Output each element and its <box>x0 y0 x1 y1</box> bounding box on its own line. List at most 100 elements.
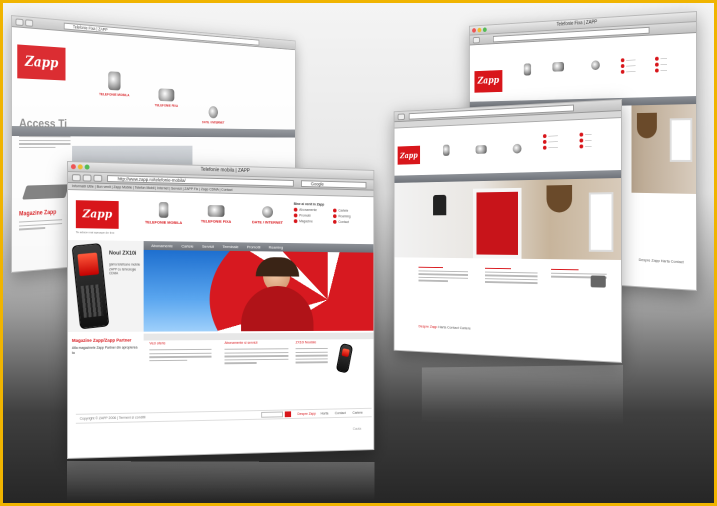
footer-link[interactable]: Contact <box>671 259 684 265</box>
product-label: DATE / INTERNET <box>201 119 225 125</box>
footer-link[interactable]: Cariere <box>460 325 471 330</box>
footer-link[interactable]: Despre Zapp <box>639 257 660 263</box>
product-internet[interactable] <box>583 60 609 73</box>
globe-icon <box>512 143 522 154</box>
footer-link[interactable]: Despre Zapp <box>297 412 316 416</box>
address-bar[interactable]: Telefonie Fixa | ZAPP <box>63 22 260 46</box>
nav-item[interactable]: Terminale <box>222 242 238 251</box>
hanging-basket-icon <box>636 112 657 139</box>
footer-link[interactable]: Despre Zapp <box>418 324 437 329</box>
product-fixed[interactable] <box>546 61 571 74</box>
hanging-basket-icon <box>546 184 573 213</box>
desk-phone-icon <box>475 145 487 154</box>
column-2-text <box>224 348 289 366</box>
footer-link[interactable]: Contact <box>447 325 458 330</box>
desk-phone-icon <box>552 61 565 72</box>
zapp-logo[interactable]: Zapp <box>17 44 66 81</box>
zapp-logo[interactable]: Zapp <box>474 70 503 93</box>
footer-button[interactable]: Cauta <box>353 427 361 431</box>
back-button[interactable] <box>472 36 480 44</box>
product-internet[interactable]: DATE / INTERNET <box>198 106 229 125</box>
column-3-text <box>295 347 328 365</box>
footer-search-input[interactable] <box>261 411 283 418</box>
service-link[interactable]: Magazine <box>293 218 333 224</box>
product-label: DATE / INTERNET <box>252 219 283 225</box>
window-image <box>588 192 614 252</box>
hero-banner[interactable] <box>143 249 375 332</box>
footer-link[interactable]: Cariere <box>352 411 362 415</box>
reload-button[interactable] <box>93 174 103 182</box>
browser-window-front: Telefonie mobila | ZAPP http://www.zapp.… <box>67 161 375 459</box>
nav-item[interactable]: Cartele <box>181 242 193 251</box>
red-door-image <box>473 187 522 259</box>
promo-panel[interactable]: Noul ZX10i gama telefoane mobile ZAPP cu… <box>67 240 144 332</box>
phone-image <box>71 243 110 330</box>
services-list: ——— ——— ——— <box>620 57 636 75</box>
product-fixed[interactable]: TELEFONIE FIXA <box>195 204 238 224</box>
zx10i-phone-image <box>335 342 354 374</box>
hero-door-image <box>394 177 622 261</box>
column-heading[interactable]: Vezi oferte <box>149 341 165 345</box>
promo-title: Noul ZX10i <box>108 250 137 257</box>
desk-phone-image <box>22 184 70 200</box>
column-1-text <box>149 348 212 364</box>
zapp-logo[interactable]: Zapp <box>397 145 421 165</box>
footer-search-button[interactable] <box>284 411 292 418</box>
product-label: TELEFONIE FIXA <box>154 102 179 108</box>
product-mobile[interactable] <box>515 63 539 78</box>
footer-link[interactable]: Contact <box>335 411 346 415</box>
front-reflection <box>67 461 375 501</box>
footer-link[interactable]: Harta <box>321 412 329 416</box>
product-internet[interactable]: DATE / INTERNET <box>247 206 289 225</box>
promo-text: gama telefoane mobile ZAPP cu tehnologie… <box>108 262 141 276</box>
footer-copyright: Copyright © ZAPP 2006 | Termeni si condi… <box>79 415 146 421</box>
body-text <box>19 136 71 150</box>
back-button[interactable] <box>71 174 81 182</box>
promo-text <box>19 219 63 232</box>
product-fixed[interactable]: TELEFONIE FIXA <box>150 88 183 108</box>
nav-item[interactable]: Promotii <box>247 242 260 251</box>
nav-item[interactable]: Servicii <box>202 242 214 251</box>
page-heading: Access Ti <box>19 116 67 131</box>
services-list-2: —— —— —— <box>655 55 667 73</box>
product-mobile[interactable] <box>436 144 456 158</box>
nav-item[interactable]: Roaming <box>269 243 284 252</box>
zapp-logo[interactable]: Zapp <box>75 200 119 229</box>
column-2 <box>484 267 538 286</box>
forward-button[interactable] <box>82 174 92 182</box>
footer-link[interactable]: Harta <box>438 324 446 329</box>
back-button[interactable] <box>397 113 405 121</box>
search-field[interactable]: Google <box>300 180 367 189</box>
right-reflection <box>421 365 623 425</box>
hero-house-image <box>631 103 697 195</box>
product-label: TELEFONIE MOBILA <box>99 91 130 98</box>
back-button[interactable] <box>15 18 24 27</box>
services-panel: Bine ai venit in Zapp Abonamente Cartele… <box>293 201 374 225</box>
column-1 <box>418 266 468 285</box>
mobile-phone-icon <box>108 71 121 91</box>
product-mobile[interactable]: TELEFONIE MOBILA <box>96 71 132 98</box>
stores-heading[interactable]: Magazine Zapp/Zapp Partner <box>72 338 140 343</box>
forward-button[interactable] <box>25 19 34 27</box>
showcase-composition: Telefonie Fixa | ZAPP Zapp TELEFONIE MOB… <box>0 0 717 506</box>
desk-phone-icon <box>207 204 225 217</box>
browser-window-right-middle: Zapp ——— ——— ——— —— —— —— Despre Zapp Ha… <box>393 99 622 363</box>
column-heading[interactable]: Abonamente si servicii <box>224 341 257 345</box>
product-fixed[interactable] <box>470 145 492 156</box>
globe-icon <box>262 206 274 218</box>
product-label: TELEFONIE MOBILA <box>144 219 183 225</box>
mobile-phone-icon <box>523 63 531 76</box>
service-link[interactable]: Contact <box>333 219 372 225</box>
product-mobile[interactable]: TELEFONIE MOBILA <box>142 201 186 225</box>
desk-phone-image <box>590 275 606 288</box>
globe-icon <box>591 60 600 71</box>
nav-item[interactable]: Abonamente <box>151 241 173 250</box>
product-label: TELEFONIE FIXA <box>200 218 232 224</box>
column-heading[interactable]: ZX10i Noutate <box>296 340 317 344</box>
toolbar: Telefonie Fixa | ZAPP <box>11 16 296 51</box>
product-internet[interactable] <box>506 143 529 155</box>
lamp-image <box>433 194 447 216</box>
footer-link[interactable]: Harta <box>661 258 670 263</box>
globe-icon <box>208 106 218 119</box>
tagline: Te aduce mai aproape de tine <box>75 230 115 235</box>
